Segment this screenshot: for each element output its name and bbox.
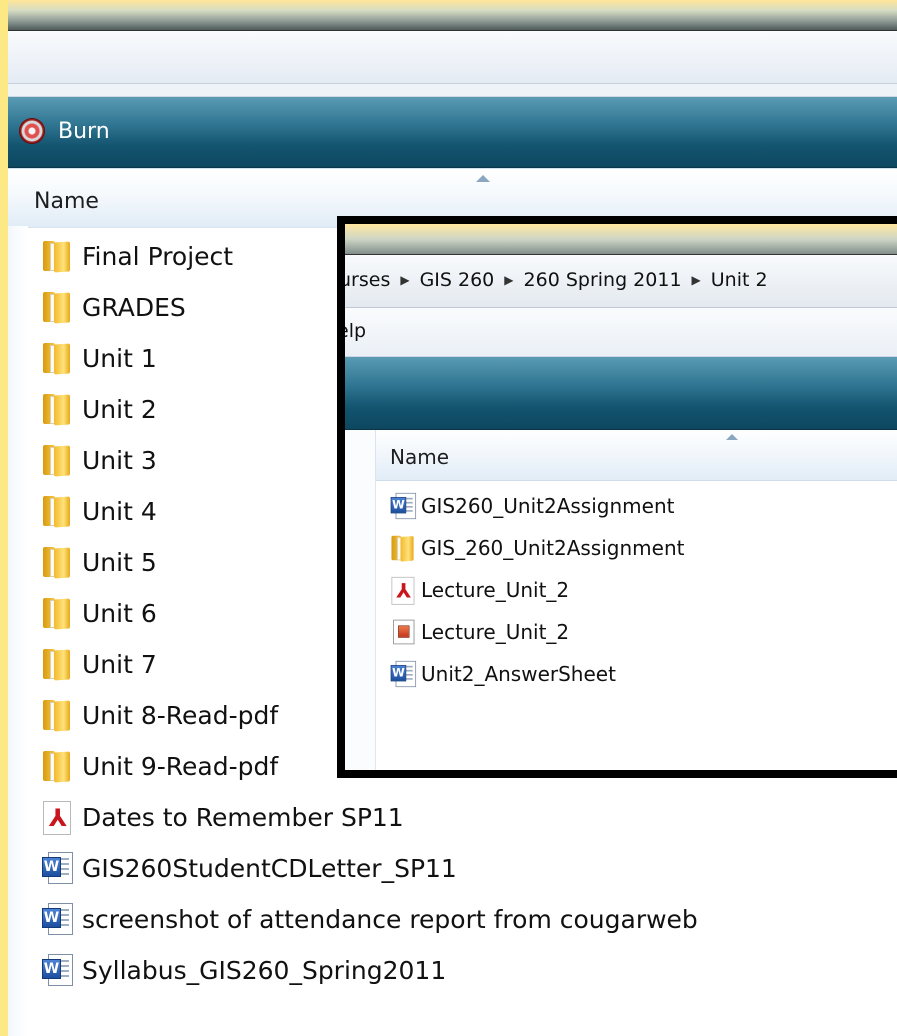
inset-title-bar[interactable]	[345, 224, 897, 255]
list-item[interactable]: W Unit2_AnswerSheet	[389, 656, 616, 692]
name-column-header[interactable]: Name	[34, 189, 99, 214]
breadcrumb-arrow-icon[interactable]: ▶	[400, 273, 409, 287]
inset-column-header[interactable]: Name	[375, 430, 897, 481]
breadcrumb-item[interactable]: Unit 2	[711, 269, 768, 291]
file-name: Dates to Remember SP11	[82, 802, 404, 832]
list-item[interactable]: W Syllabus_GIS260_Spring2011	[40, 950, 446, 990]
list-item[interactable]: Unit 8-Read-pdf	[40, 695, 278, 735]
breadcrumb: urses ▶ GIS 260 ▶ 260 Spring 2011 ▶ Unit…	[345, 269, 768, 291]
name-column-header[interactable]: Name	[390, 445, 449, 469]
file-name: Lecture_Unit_2	[421, 578, 570, 602]
file-name: screenshot of attendance report from cou…	[82, 904, 698, 934]
list-item[interactable]: ⅄ Lecture_Unit_2	[389, 572, 569, 608]
list-item[interactable]: Unit 7	[40, 644, 157, 684]
file-name: Unit 6	[82, 598, 157, 628]
folder-icon	[40, 443, 74, 477]
folder-icon	[40, 290, 74, 324]
zip-folder-icon	[389, 534, 417, 562]
main-address-bar[interactable]	[8, 31, 897, 84]
folder-icon	[40, 494, 74, 528]
pdf-icon: ⅄	[40, 800, 74, 835]
list-item[interactable]: Unit 1	[40, 338, 157, 378]
sort-ascending-icon	[726, 434, 738, 440]
inset-menu-bar: elp	[345, 308, 897, 357]
folder-icon	[40, 647, 74, 681]
inset-address-bar[interactable]: urses ▶ GIS 260 ▶ 260 Spring 2011 ▶ Unit…	[345, 255, 897, 308]
navigation-pane-edge	[8, 226, 28, 1036]
word-doc-icon: W	[389, 492, 417, 520]
word-doc-icon: W	[389, 660, 417, 688]
list-item[interactable]: Final Project	[40, 236, 233, 276]
breadcrumb-arrow-icon[interactable]: ▶	[692, 273, 701, 287]
folder-icon	[40, 749, 74, 783]
list-item[interactable]: W GIS260StudentCDLetter_SP11	[40, 848, 457, 888]
main-toolbar: Burn	[8, 97, 897, 168]
folder-icon	[40, 698, 74, 732]
file-name: Unit 3	[82, 445, 157, 475]
inset-explorer-window: urses ▶ GIS 260 ▶ 260 Spring 2011 ▶ Unit…	[337, 216, 897, 778]
inset-navigation-pane	[345, 430, 376, 770]
file-name: GIS260StudentCDLetter_SP11	[82, 853, 457, 883]
file-name: GIS260_Unit2Assignment	[421, 494, 675, 518]
list-item[interactable]: Unit 4	[40, 491, 157, 531]
file-name: GIS_260_Unit2Assignment	[421, 536, 685, 560]
pdf-icon: ⅄	[389, 576, 417, 605]
powerpoint-icon	[389, 618, 417, 646]
list-item[interactable]: Unit 3	[40, 440, 157, 480]
main-menu-strip	[8, 84, 897, 97]
file-name: Unit 4	[82, 496, 157, 526]
list-item[interactable]: W screenshot of attendance report from c…	[40, 899, 698, 939]
breadcrumb-item[interactable]: 260 Spring 2011	[524, 269, 682, 291]
list-item[interactable]: Unit 5	[40, 542, 157, 582]
file-name: Final Project	[82, 241, 234, 271]
word-doc-icon: W	[40, 851, 74, 885]
list-item[interactable]: W GIS260_Unit2Assignment	[389, 488, 674, 524]
file-name: Unit 9-Read-pdf	[82, 751, 279, 781]
menu-help[interactable]: elp	[345, 320, 366, 342]
list-item[interactable]: Lecture_Unit_2	[389, 614, 569, 650]
word-doc-icon: W	[40, 953, 74, 987]
file-name: GRADES	[82, 292, 186, 322]
file-name: Unit 1	[82, 343, 157, 373]
file-name: Unit 5	[82, 547, 157, 577]
folder-icon	[40, 341, 74, 375]
list-item[interactable]: GIS_260_Unit2Assignment	[389, 530, 684, 566]
breadcrumb-item[interactable]: GIS 260	[420, 269, 495, 291]
file-name: Unit 8-Read-pdf	[82, 700, 279, 730]
list-item[interactable]: ⅄ Dates to Remember SP11	[40, 797, 404, 837]
burn-disc-icon	[20, 119, 44, 143]
list-item[interactable]: Unit 9-Read-pdf	[40, 746, 278, 786]
burn-button-label: Burn	[58, 118, 110, 144]
file-name: Lecture_Unit_2	[421, 620, 570, 644]
list-item[interactable]: GRADES	[40, 287, 186, 327]
sort-ascending-icon	[476, 175, 490, 182]
file-name: Syllabus_GIS260_Spring2011	[82, 955, 447, 985]
main-title-bar[interactable]	[8, 0, 897, 31]
list-item[interactable]: Unit 2	[40, 389, 157, 429]
list-item[interactable]: Unit 6	[40, 593, 157, 633]
word-doc-icon: W	[40, 902, 74, 936]
breadcrumb-item[interactable]: urses	[345, 269, 390, 291]
folder-icon	[40, 392, 74, 426]
breadcrumb-arrow-icon[interactable]: ▶	[504, 273, 513, 287]
folder-icon	[40, 596, 74, 630]
file-name: Unit2_AnswerSheet	[421, 662, 616, 686]
file-name: Unit 7	[82, 649, 157, 679]
folder-icon	[40, 545, 74, 579]
inset-toolbar	[345, 357, 897, 430]
file-name: Unit 2	[82, 394, 157, 424]
folder-icon	[40, 239, 74, 273]
burn-button[interactable]: Burn	[20, 113, 110, 149]
